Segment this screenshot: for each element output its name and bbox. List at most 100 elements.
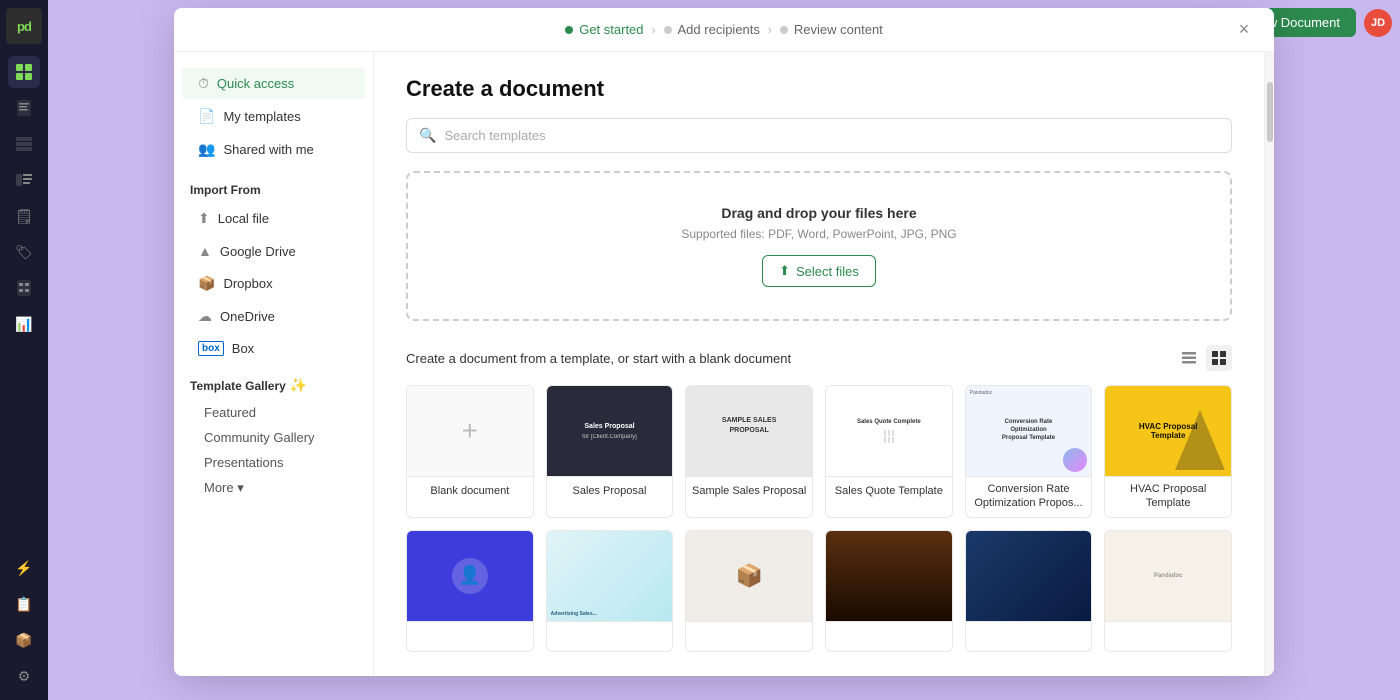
- modal-scrollbar[interactable]: [1264, 52, 1274, 676]
- row2-6-label: [1105, 621, 1231, 651]
- sidebar-quick-access[interactable]: ⏱ Quick access: [182, 68, 365, 99]
- gallery-section-label: Template Gallery: [190, 379, 286, 393]
- view-toggles: [1176, 345, 1232, 371]
- import-section-header: Import From: [174, 171, 373, 203]
- row2-4-thumb: [826, 531, 952, 621]
- scroll-thumb: [1267, 82, 1273, 142]
- local-file-label: Local file: [218, 211, 269, 226]
- sidebar-shared-with-me[interactable]: 👥 Shared with me: [182, 134, 365, 165]
- step-2-label: Add recipients: [678, 22, 760, 37]
- template-row2-2[interactable]: Advertising Sales...: [546, 530, 674, 652]
- sidebar-icon-grid[interactable]: [8, 56, 40, 88]
- row2-5-thumb: [966, 531, 1092, 621]
- app-sidebar: pd 🗒 🏷: [0, 0, 48, 700]
- template-sample-sales[interactable]: SAMPLE SALES PROPOSAL Sample Sales Propo…: [685, 385, 813, 518]
- search-input[interactable]: [444, 128, 1219, 143]
- template-row2-4[interactable]: [825, 530, 953, 652]
- step-1: Get started: [565, 22, 643, 37]
- modal-close-button[interactable]: ×: [1230, 16, 1258, 44]
- sidebar-presentations[interactable]: Presentations: [174, 450, 373, 475]
- sidebar-icon-chart[interactable]: 📊: [8, 308, 40, 340]
- templates-grid: + Blank document Sales Proposal for [Cli…: [406, 385, 1232, 518]
- modal-title: Create a document: [406, 76, 1232, 102]
- upload-icon: ⬆: [779, 263, 790, 279]
- sidebar-icon-lightning[interactable]: ⚡: [8, 552, 40, 584]
- sidebar-dropbox[interactable]: 📦 Dropbox: [182, 268, 365, 299]
- row2-2-thumb: Advertising Sales...: [547, 531, 673, 621]
- sales-proposal-thumb: Sales Proposal for [Client.Company]: [547, 386, 673, 476]
- sidebar-icon-settings[interactable]: ⚙: [8, 660, 40, 692]
- drop-zone: Drag and drop your files here Supported …: [406, 171, 1232, 321]
- sidebar-onedrive[interactable]: ☁ OneDrive: [182, 301, 365, 332]
- row2-4-label: [826, 621, 952, 651]
- doc-content: Create a document 🔍 Drag and drop your f…: [374, 52, 1264, 676]
- template-row2-1[interactable]: 👤: [406, 530, 534, 652]
- row2-6-thumb: Pandadoc: [1105, 531, 1231, 621]
- google-drive-icon: ▲: [198, 243, 212, 259]
- sidebar-google-drive[interactable]: ▲ Google Drive: [182, 236, 365, 266]
- template-row2-6[interactable]: Pandadoc: [1104, 530, 1232, 652]
- sidebar-featured[interactable]: Featured: [174, 400, 373, 425]
- sidebar-icon-page[interactable]: 🗒: [8, 200, 40, 232]
- sample-sales-thumb: SAMPLE SALES PROPOSAL: [686, 386, 812, 476]
- conversion-label: Conversion Rate Optimization Propos...: [966, 476, 1092, 517]
- modal-body: ⏱ Quick access 📄 My templates 👥 Shared w…: [174, 52, 1274, 676]
- sidebar-icon-form[interactable]: [8, 272, 40, 304]
- doc-sidebar: ⏱ Quick access 📄 My templates 👥 Shared w…: [174, 52, 374, 676]
- sidebar-community-gallery[interactable]: Community Gallery: [174, 425, 373, 450]
- row2-1-thumb: 👤: [407, 531, 533, 621]
- chevron-2: ›: [768, 23, 772, 37]
- stepper: Get started › Add recipients › Review co…: [565, 22, 883, 37]
- step-1-label: Get started: [579, 22, 643, 37]
- step-3: Review content: [780, 22, 883, 37]
- templates-grid-row2: 👤 Advertising Sales... 📦: [406, 530, 1232, 652]
- sales-quote-thumb: Sales Quote Complete: [826, 386, 952, 476]
- box-logo: box: [198, 341, 224, 356]
- template-sales-proposal[interactable]: Sales Proposal for [Client.Company] Sale…: [546, 385, 674, 518]
- modal-overlay: Get started › Add recipients › Review co…: [48, 0, 1400, 700]
- list-view-toggle[interactable]: [1176, 345, 1202, 371]
- template-section-label: Create a document from a template, or st…: [406, 351, 791, 366]
- my-templates-label: My templates: [223, 109, 300, 124]
- search-icon: 🔍: [419, 127, 436, 144]
- google-drive-label: Google Drive: [220, 244, 296, 259]
- sidebar-icon-table[interactable]: [8, 128, 40, 160]
- search-bar: 🔍: [406, 118, 1232, 153]
- sidebar-icon-lines[interactable]: [8, 164, 40, 196]
- shared-icon: 👥: [198, 141, 215, 158]
- template-hvac[interactable]: HVAC ProposalTemplate HVAC Proposal Temp…: [1104, 385, 1232, 518]
- sales-proposal-label: Sales Proposal: [547, 476, 673, 506]
- sidebar-more[interactable]: More ▾: [174, 475, 373, 501]
- template-conversion-rate[interactable]: Conversion RateOptimizationProposal Temp…: [965, 385, 1093, 518]
- create-document-modal: Get started › Add recipients › Review co…: [174, 8, 1274, 676]
- row2-3-thumb: 📦: [686, 531, 812, 621]
- step-3-label: Review content: [794, 22, 883, 37]
- select-files-button[interactable]: ⬆ Select files: [762, 255, 876, 287]
- template-blank[interactable]: + Blank document: [406, 385, 534, 518]
- sample-sales-label: Sample Sales Proposal: [686, 476, 812, 506]
- sidebar-my-templates[interactable]: 📄 My templates: [182, 101, 365, 132]
- drop-zone-title: Drag and drop your files here: [428, 205, 1210, 221]
- app-logo[interactable]: pd: [6, 8, 42, 44]
- row2-5-label: [966, 621, 1092, 651]
- step-1-dot: [565, 26, 573, 34]
- shared-label: Shared with me: [223, 142, 313, 157]
- select-files-label: Select files: [796, 264, 859, 279]
- row2-3-label: [686, 621, 812, 651]
- blank-label: Blank document: [407, 476, 533, 506]
- sidebar-icon-cube[interactable]: 📦: [8, 624, 40, 656]
- sidebar-box[interactable]: box Box: [182, 334, 365, 363]
- template-row2-3[interactable]: 📦: [685, 530, 813, 652]
- grid-view-toggle[interactable]: [1206, 345, 1232, 371]
- modal-header: Get started › Add recipients › Review co…: [174, 8, 1274, 52]
- template-row2-5[interactable]: [965, 530, 1093, 652]
- sidebar-icon-box[interactable]: 📋: [8, 588, 40, 620]
- step-2-dot: [664, 26, 672, 34]
- sidebar-icon-docs[interactable]: [8, 92, 40, 124]
- sparkle-icon: ✨: [290, 377, 307, 394]
- quick-access-label: Quick access: [217, 76, 294, 91]
- onedrive-icon: ☁: [198, 308, 212, 325]
- sidebar-icon-tag[interactable]: 🏷: [8, 236, 40, 268]
- template-sales-quote[interactable]: Sales Quote Complete: [825, 385, 953, 518]
- sidebar-local-file[interactable]: ⬆ Local file: [182, 203, 365, 234]
